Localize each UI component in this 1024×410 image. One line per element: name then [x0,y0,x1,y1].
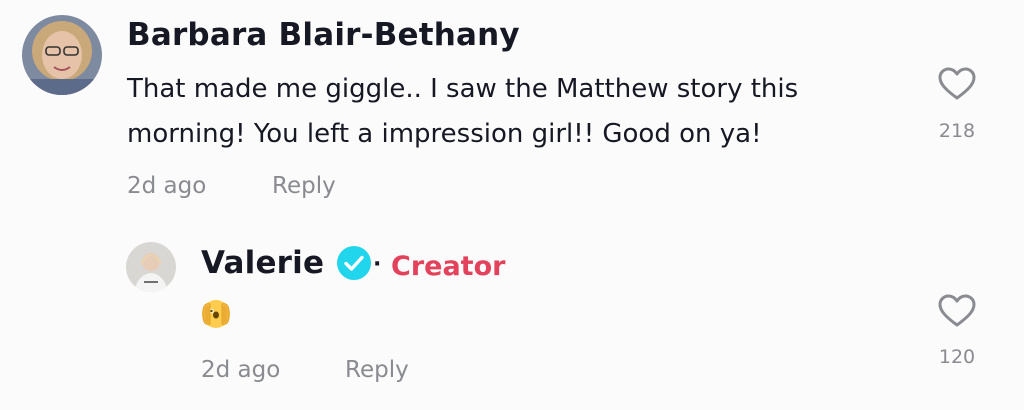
reply-button[interactable]: Reply [272,173,336,199]
heart-icon[interactable] [938,67,976,101]
reply-author-name[interactable]: Valerie [201,245,324,281]
verified-badge-icon [335,244,373,282]
comment-text: That made me giggle.. I saw the Matthew … [127,74,799,149]
heart-icon[interactable] [938,294,976,328]
peeking-face-emoji-icon [200,298,232,330]
reply-author-avatar[interactable] [126,242,176,292]
reply-timestamp: 2d ago [201,357,281,383]
comment-timestamp: 2d ago [127,173,207,199]
commenter-name[interactable]: Barbara Blair-Bethany [127,17,520,53]
reply-button[interactable]: Reply [345,357,409,383]
like-count: 120 [938,346,976,368]
separator-dot: · [373,252,382,277]
comments-section: Barbara Blair-Bethany That made me giggl… [0,0,1024,410]
commenter-avatar[interactable] [22,15,102,95]
creator-label: Creator [391,251,506,282]
like-count: 218 [938,120,976,142]
